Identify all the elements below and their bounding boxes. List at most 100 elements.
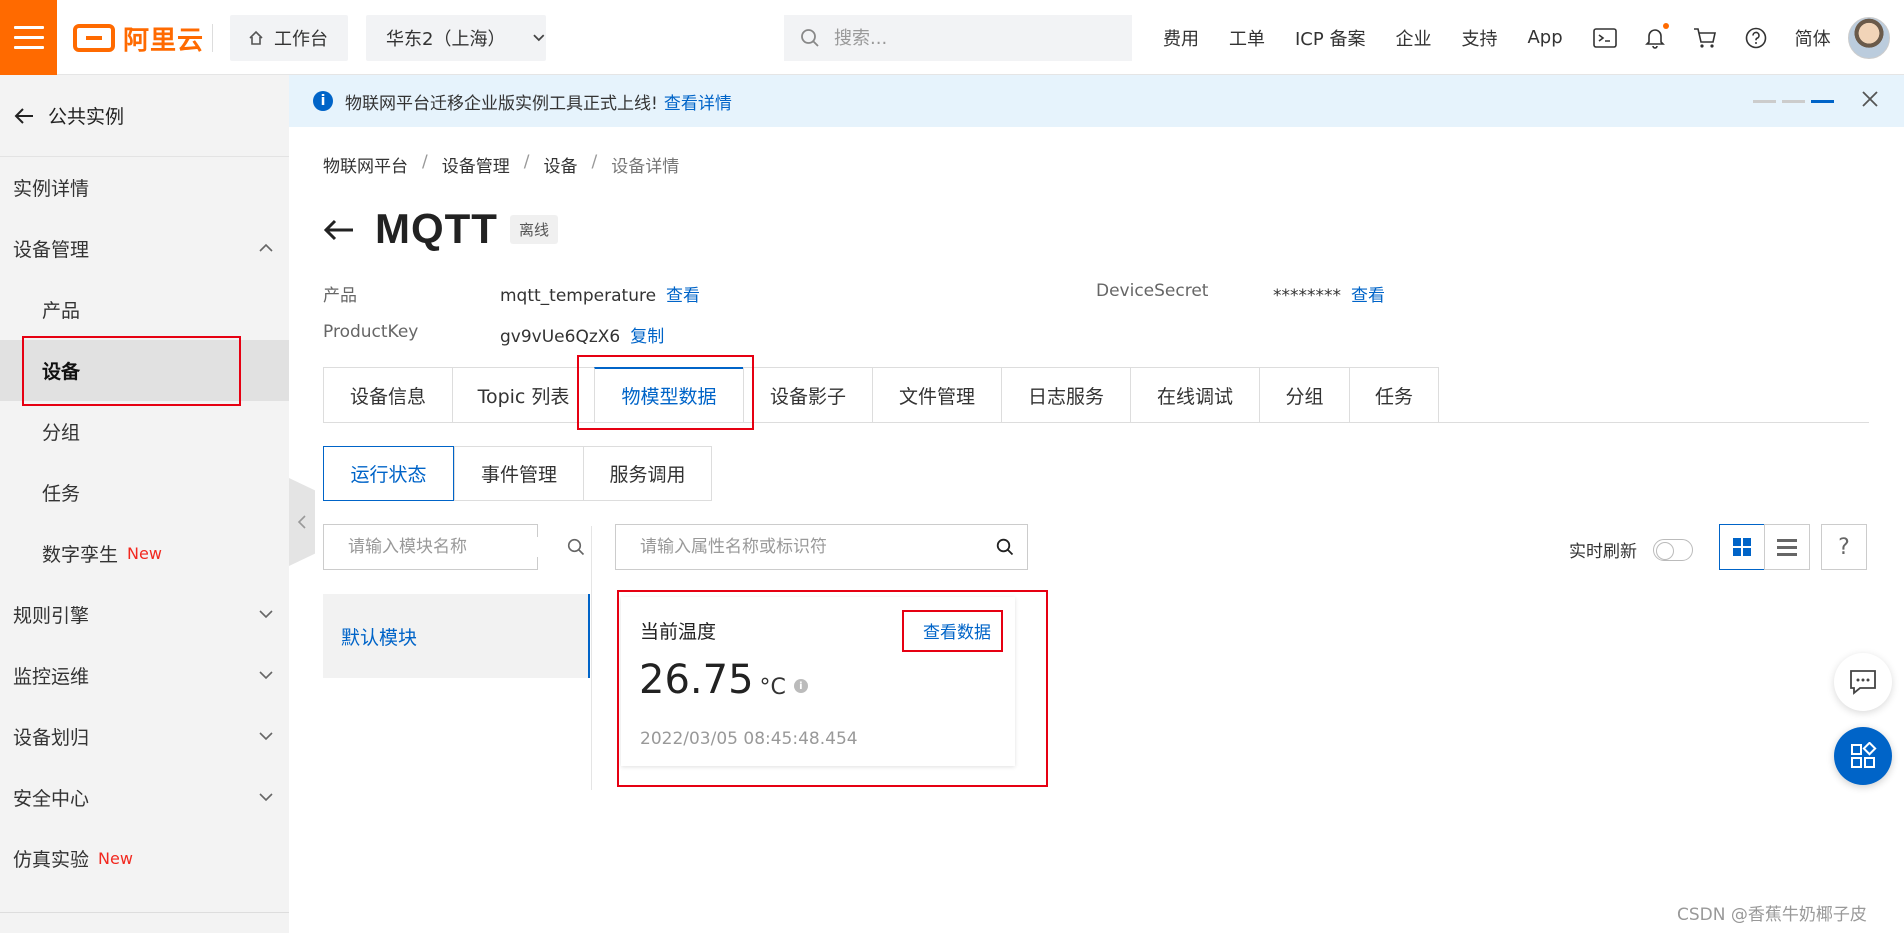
sidebar-item-device-allocation[interactable]: 设备划归 bbox=[0, 706, 289, 767]
apps-button[interactable] bbox=[1834, 727, 1892, 785]
sidebar-item-simulation[interactable]: 仿真实验 New bbox=[0, 828, 289, 889]
avatar[interactable] bbox=[1848, 17, 1890, 59]
breadcrumb-item[interactable]: 设备管理 bbox=[442, 152, 510, 177]
subtab-events[interactable]: 事件管理 bbox=[454, 446, 583, 501]
nav-billing[interactable]: 费用 bbox=[1163, 25, 1199, 51]
list-view-button[interactable] bbox=[1764, 524, 1810, 570]
property-card: 当前温度 查看数据 26.75 °C i 2022/03/05 08:45:48… bbox=[621, 597, 1015, 766]
sidebar-item-digital-twin[interactable]: 数字孪生 New bbox=[0, 523, 289, 584]
property-search[interactable] bbox=[615, 524, 1028, 570]
sidebar-item-rules-engine[interactable]: 规则引擎 bbox=[0, 584, 289, 645]
secret-value: ******** bbox=[1273, 286, 1341, 306]
tab-log-service[interactable]: 日志服务 bbox=[1001, 367, 1130, 423]
workbench-button[interactable]: 工作台 bbox=[230, 15, 348, 61]
sidebar-item-products[interactable]: 产品 bbox=[0, 279, 289, 340]
help-button[interactable]: ? bbox=[1821, 524, 1867, 570]
list-icon bbox=[1777, 539, 1797, 556]
search-icon[interactable] bbox=[567, 538, 585, 556]
module-search[interactable] bbox=[323, 524, 585, 570]
secret-view-link[interactable]: 查看 bbox=[1351, 286, 1385, 306]
nav-app[interactable]: App bbox=[1527, 27, 1562, 48]
secret-label: DeviceSecret bbox=[1096, 281, 1209, 301]
product-view-link[interactable]: 查看 bbox=[666, 286, 700, 306]
sidebar-item-label: 监控运维 bbox=[13, 666, 90, 688]
realtime-toggle[interactable] bbox=[1653, 538, 1693, 561]
chat-button[interactable] bbox=[1834, 653, 1892, 711]
page-header: MQTT 离线 bbox=[323, 205, 558, 253]
notice-text: 物联网平台迁移企业版实例工具正式上线! bbox=[345, 93, 658, 114]
list-item[interactable]: 默认模块 bbox=[323, 594, 590, 678]
sidebar-item-monitoring[interactable]: 监控运维 bbox=[0, 645, 289, 706]
notice-pager[interactable] bbox=[1753, 100, 1834, 103]
search-icon bbox=[801, 29, 819, 47]
tab-online-debug[interactable]: 在线调试 bbox=[1130, 367, 1259, 423]
sidebar-item-devices[interactable]: 设备 bbox=[0, 340, 289, 401]
secret-value-row: ******** 查看 bbox=[1273, 281, 1385, 306]
nav-icp[interactable]: ICP 备案 bbox=[1295, 25, 1365, 51]
back-arrow-icon[interactable] bbox=[323, 217, 355, 241]
sidebar-collapse-handle[interactable] bbox=[289, 478, 315, 566]
search-input[interactable] bbox=[834, 27, 1114, 49]
help-icon[interactable] bbox=[1745, 27, 1767, 49]
top-bar: 阿里云 工作台 华东2（上海） 费用 工单 ICP 备案 企业 支持 App 简… bbox=[0, 0, 1904, 75]
chevron-up-icon bbox=[259, 243, 273, 252]
nav-tickets[interactable]: 工单 bbox=[1229, 25, 1265, 51]
grid-view-button[interactable] bbox=[1719, 524, 1765, 570]
tab-device-info[interactable]: 设备信息 bbox=[323, 367, 452, 423]
sidebar-item-label: 设备 bbox=[42, 361, 81, 383]
language-switch[interactable]: 简体 bbox=[1795, 25, 1831, 51]
new-badge: New bbox=[127, 544, 162, 563]
info-icon[interactable]: i bbox=[793, 679, 808, 693]
nav-enterprise[interactable]: 企业 bbox=[1395, 25, 1431, 51]
back-label: 公共实例 bbox=[48, 106, 125, 128]
realtime-label: 实时刷新 bbox=[1569, 542, 1637, 562]
sidebar-item-jobs[interactable]: 任务 bbox=[0, 462, 289, 523]
property-unit: °C bbox=[759, 675, 786, 700]
sidebar-item-label: 数字孪生 bbox=[42, 544, 119, 566]
region-label: 华东2（上海） bbox=[386, 29, 506, 50]
notice-link[interactable]: 查看详情 bbox=[664, 89, 732, 114]
info-icon: i bbox=[313, 91, 333, 111]
tab-thing-model-data[interactable]: 物模型数据 bbox=[594, 367, 743, 423]
sidebar-item-label: 仿真实验 bbox=[13, 849, 90, 871]
sidebar-item-label: 分组 bbox=[42, 422, 81, 444]
terminal-icon[interactable] bbox=[1592, 27, 1617, 48]
menu-icon[interactable] bbox=[0, 0, 57, 75]
property-value-row: 26.75 °C i bbox=[639, 657, 808, 703]
productkey-row: ProductKey bbox=[323, 322, 418, 342]
region-select[interactable]: 华东2（上海） bbox=[366, 15, 546, 61]
subtab-services[interactable]: 服务调用 bbox=[583, 446, 712, 501]
sidebar-item-security-center[interactable]: 安全中心 bbox=[0, 767, 289, 828]
status-badge: 离线 bbox=[509, 214, 558, 244]
property-search-input[interactable] bbox=[640, 537, 983, 557]
module-search-input[interactable] bbox=[348, 537, 567, 557]
tab-topic-list[interactable]: Topic 列表 bbox=[452, 367, 594, 423]
cart-icon[interactable] bbox=[1693, 27, 1717, 49]
subtab-running-status[interactable]: 运行状态 bbox=[323, 446, 454, 501]
sidebar-item-groups[interactable]: 分组 bbox=[0, 401, 289, 462]
chat-icon bbox=[1850, 670, 1876, 695]
logo-text: 阿里云 bbox=[123, 25, 205, 56]
notification-dot bbox=[1662, 22, 1669, 29]
bell-icon[interactable] bbox=[1644, 22, 1669, 49]
tab-device-shadow[interactable]: 设备影子 bbox=[743, 367, 872, 423]
search-icon[interactable] bbox=[983, 538, 1027, 556]
arrow-left-icon bbox=[14, 107, 33, 124]
logo[interactable]: 阿里云 bbox=[73, 20, 204, 56]
tab-jobs[interactable]: 任务 bbox=[1349, 367, 1439, 423]
close-icon[interactable] bbox=[1861, 90, 1879, 113]
breadcrumb-item[interactable]: 物联网平台 bbox=[323, 152, 408, 177]
global-search[interactable] bbox=[784, 15, 1132, 61]
copy-link[interactable]: 复制 bbox=[630, 327, 664, 347]
tab-file-management[interactable]: 文件管理 bbox=[872, 367, 1001, 423]
nav-support[interactable]: 支持 bbox=[1461, 25, 1497, 51]
tab-groups[interactable]: 分组 bbox=[1259, 367, 1349, 423]
sidebar-item-device-management[interactable]: 设备管理 bbox=[0, 218, 289, 279]
back-to-instances[interactable]: 公共实例 bbox=[0, 75, 289, 157]
sidebar-item-instance-details[interactable]: 实例详情 bbox=[0, 157, 289, 218]
breadcrumb-item[interactable]: 设备 bbox=[543, 152, 577, 177]
productkey-value: gv9vUe6QzX6 bbox=[500, 327, 621, 347]
view-data-link[interactable]: 查看数据 bbox=[923, 618, 991, 643]
page-title: MQTT bbox=[375, 205, 498, 252]
chevron-down-icon bbox=[259, 793, 273, 802]
